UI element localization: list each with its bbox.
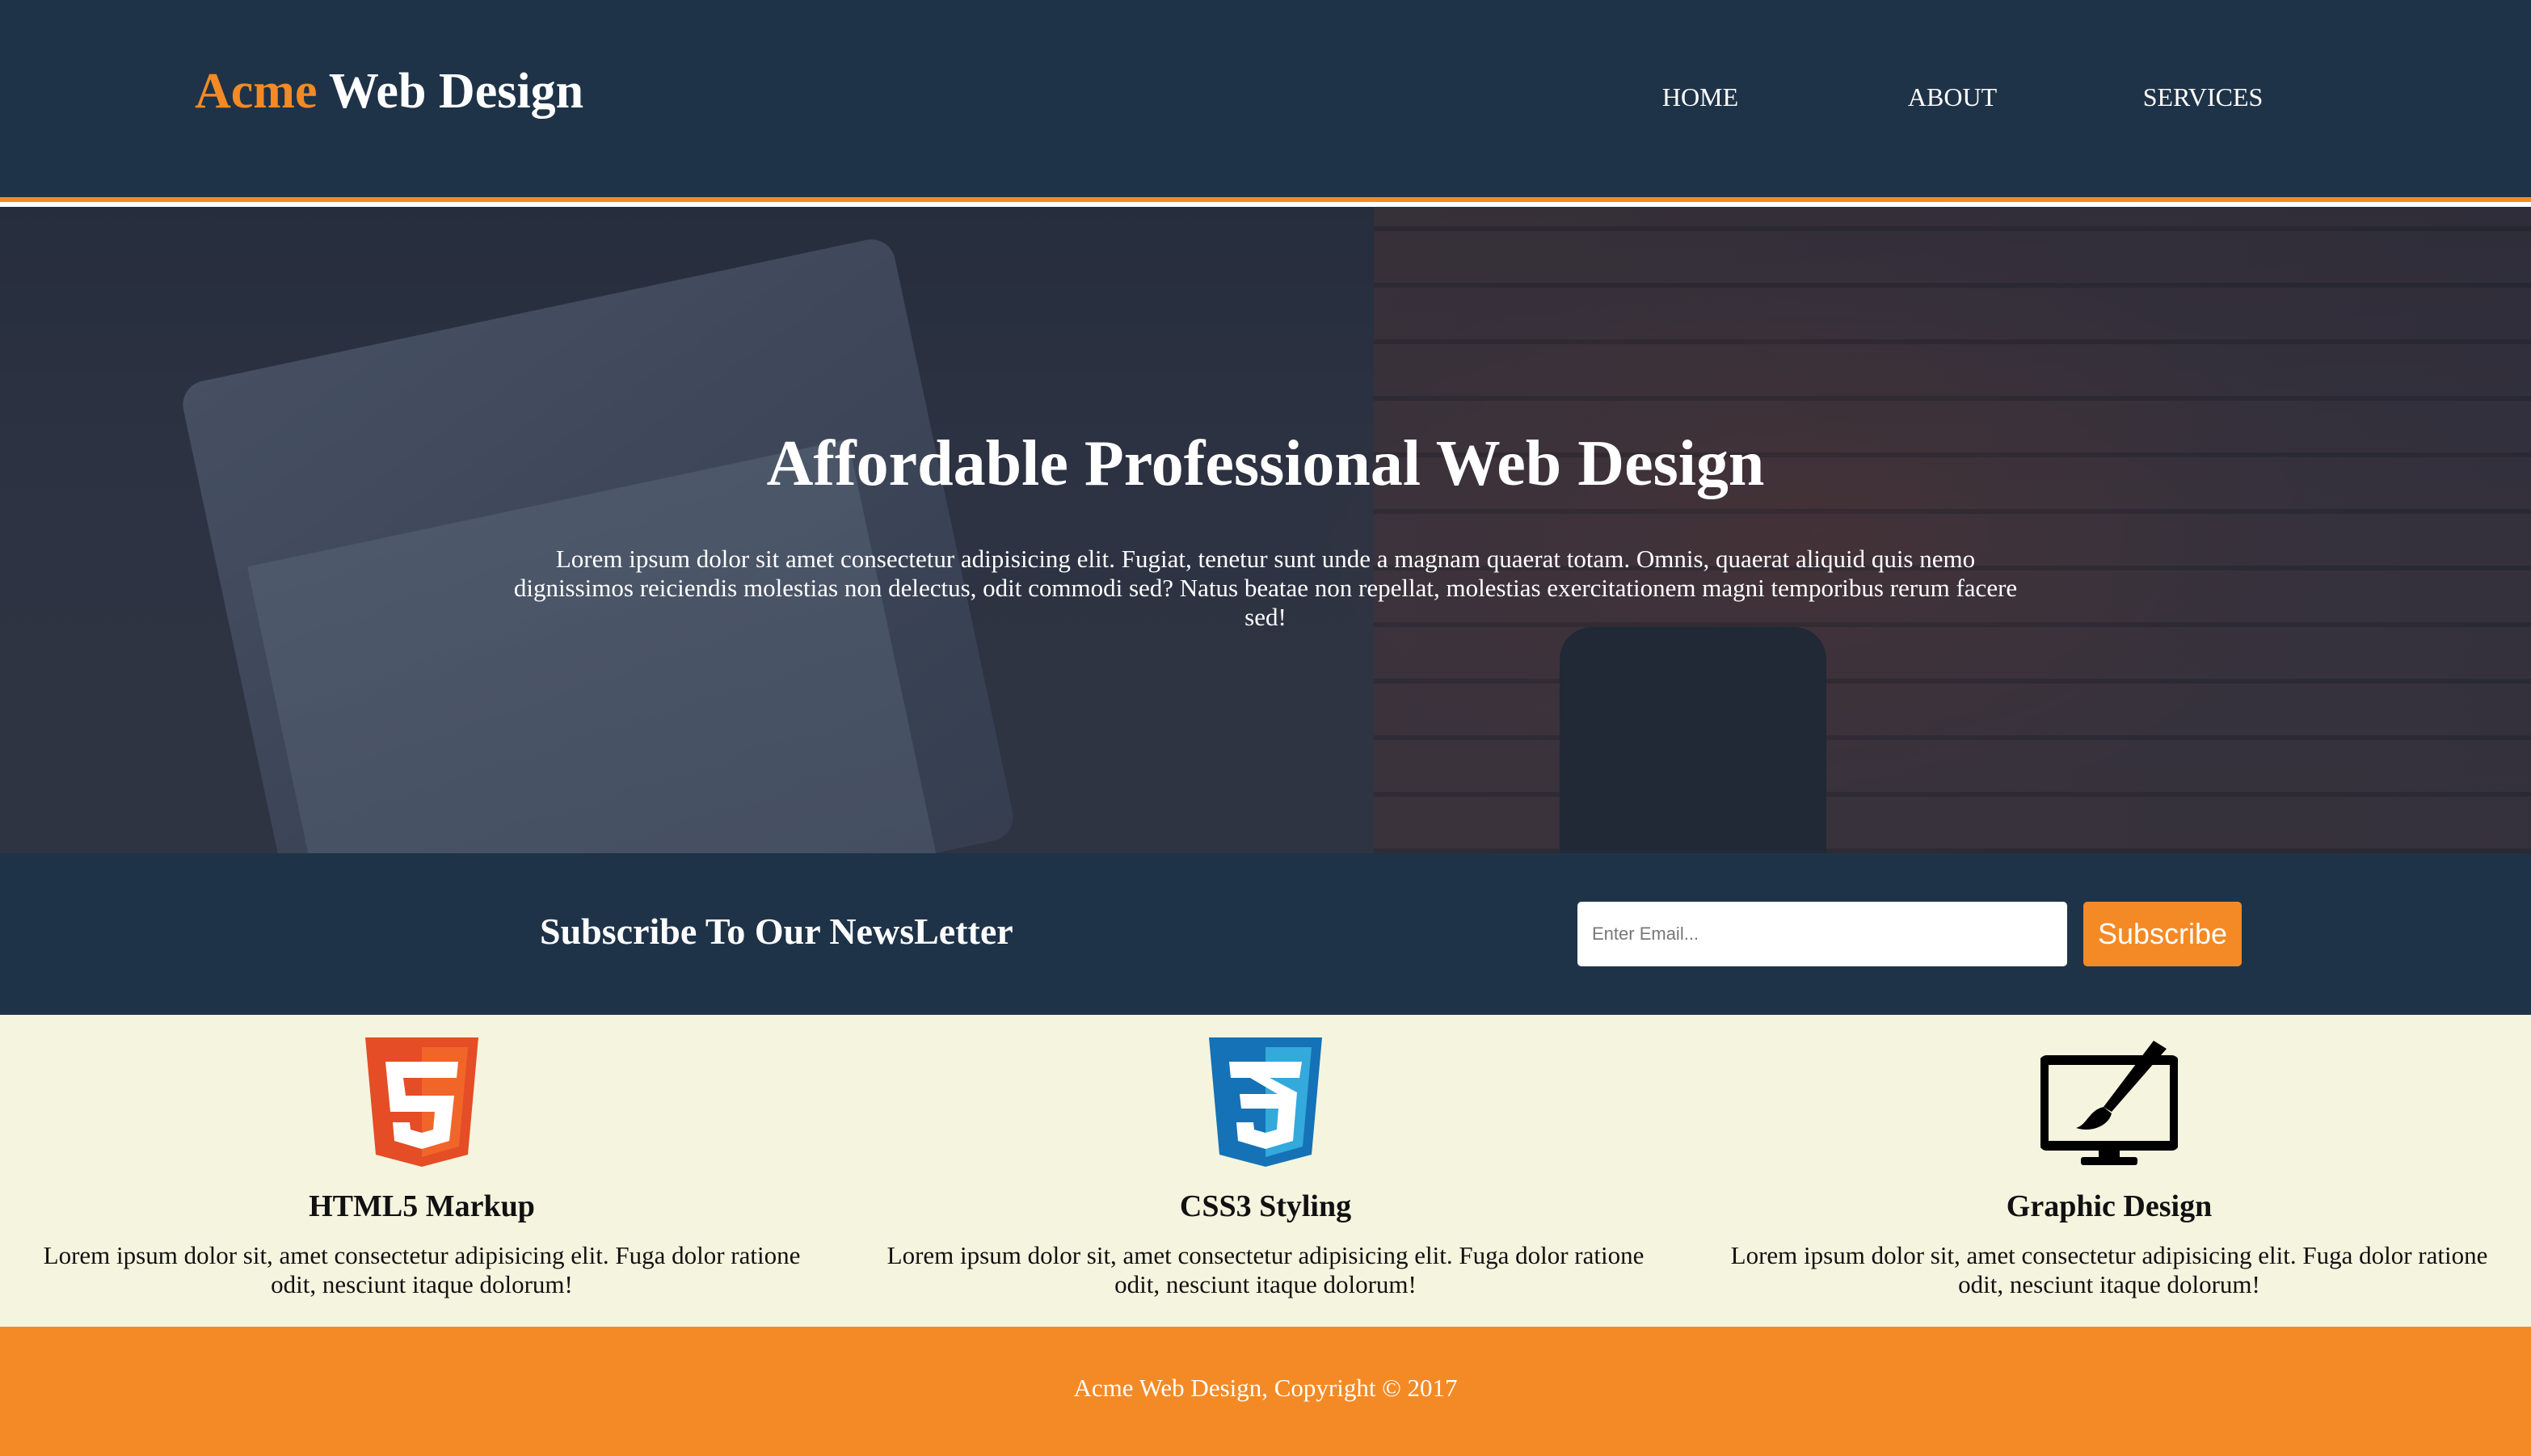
feature-box-css3: CSS3 Styling Lorem ipsum dolor sit, amet… <box>844 1015 1687 1327</box>
feature-box-html5: HTML5 Markup Lorem ipsum dolor sit, amet… <box>0 1015 844 1327</box>
features-section: HTML5 Markup Lorem ipsum dolor sit, amet… <box>0 1015 2531 1327</box>
main-nav: HOME ABOUT SERVICES <box>0 84 2531 116</box>
feature-title: CSS3 Styling <box>1179 1189 1352 1223</box>
feature-text: Lorem ipsum dolor sit, amet consectetur … <box>886 1241 1645 1298</box>
footer-copyright: Acme Web Design, Copyright © 2017 <box>1073 1374 1458 1402</box>
nav-about-link[interactable]: ABOUT <box>1908 84 1997 110</box>
email-input[interactable] <box>1577 902 2067 966</box>
feature-box-graphic-design: Graphic Design Lorem ipsum dolor sit, am… <box>1687 1015 2531 1327</box>
html5-icon <box>365 1037 478 1167</box>
site-footer: Acme Web Design, Copyright © 2017 <box>0 1327 2531 1456</box>
nav-services-link[interactable]: SERVICES <box>2143 84 2264 110</box>
hero-text: Lorem ipsum dolor sit amet consectetur a… <box>513 545 2018 631</box>
feature-title: HTML5 Markup <box>309 1189 535 1223</box>
feature-text: Lorem ipsum dolor sit, amet consectetur … <box>43 1241 801 1298</box>
hero-overlay <box>0 207 2531 853</box>
newsletter-section: Subscribe To Our NewsLetter Subscribe <box>0 853 2531 1015</box>
subscribe-button[interactable]: Subscribe <box>2083 902 2242 966</box>
feature-title: Graphic Design <box>2006 1189 2213 1223</box>
hero-title: Affordable Professional Web Design <box>766 428 1765 499</box>
nav-home-link[interactable]: HOME <box>1662 84 1738 110</box>
feature-text: Lorem ipsum dolor sit, amet consectetur … <box>1730 1241 2488 1298</box>
site-header: Acme Web Design HOME ABOUT SERVICES <box>0 0 2531 202</box>
css3-icon <box>1209 1037 1322 1167</box>
graphic-design-icon <box>2040 1041 2178 1165</box>
hero-showcase: Affordable Professional Web Design Lorem… <box>0 207 2531 853</box>
newsletter-heading: Subscribe To Our NewsLetter <box>540 911 1013 952</box>
